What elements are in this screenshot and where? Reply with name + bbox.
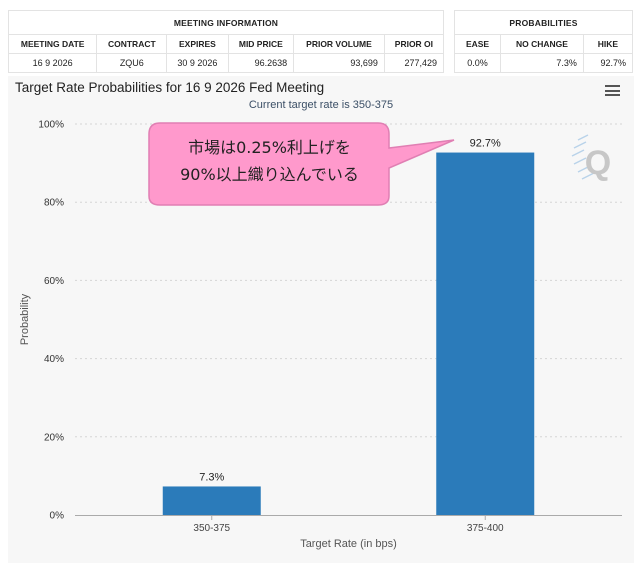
y-axis-title: Probability — [19, 293, 31, 345]
table-row: 16 9 2026 ZQU6 30 9 2026 96.2638 93,699 … — [7, 53, 445, 73]
bar — [162, 486, 261, 515]
col-meeting-date: MEETING DATE — [7, 34, 98, 54]
cell-meeting-date: 16 9 2026 — [7, 53, 98, 73]
svg-text:Q: Q — [585, 144, 611, 182]
y-tick-label: 20% — [44, 432, 64, 443]
callout-text: 市場は0.25%利上げを 90%以上織り込んでいる — [148, 134, 391, 188]
bar — [436, 152, 535, 515]
annotation-callout: 市場は0.25%利上げを 90%以上織り込んでいる — [148, 122, 455, 206]
bar-data-label: 7.3% — [199, 471, 224, 483]
cell-hike: 92.7% — [582, 53, 634, 73]
col-ease: EASE — [453, 34, 502, 54]
y-tick-label: 80% — [44, 198, 64, 209]
x-tick-label: 350-375 — [193, 523, 230, 534]
y-tick-label: 40% — [44, 354, 64, 365]
y-tick-label: 100% — [38, 120, 64, 131]
q-logo-icon: Q — [571, 134, 611, 182]
col-prior-oi: PRIOR OI — [383, 34, 445, 54]
x-tick-label: 375-400 — [467, 523, 504, 534]
y-tick-label: 0% — [50, 511, 65, 522]
meeting-information-header: MEETING INFORMATION — [8, 10, 444, 35]
cell-no-change: 7.3% — [500, 53, 584, 73]
cell-expires: 30 9 2026 — [166, 53, 229, 73]
chart-panel: 0% 20% 40% 60% 80% 100% 7.3% 350-375 92.7% 375-40… — [8, 76, 634, 563]
col-contract: CONTRACT — [96, 34, 168, 54]
col-hike: HIKE — [582, 34, 634, 54]
cell-contract: ZQU6 — [96, 53, 168, 73]
cell-prior-oi: 277,429 — [383, 53, 445, 73]
hamburger-menu-icon[interactable] — [605, 85, 620, 96]
chart-title: Target Rate Probabilities for 16 9 2026 … — [15, 80, 325, 95]
chart-subtitle: Current target rate is 350-375 — [248, 99, 394, 111]
col-no-change: NO CHANGE — [500, 34, 584, 54]
y-tick-label: 60% — [44, 276, 64, 287]
cell-ease: 0.0% — [453, 53, 502, 73]
cell-mid-price: 96.2638 — [227, 53, 295, 73]
probabilities-header: PROBABILITIES — [454, 10, 633, 35]
col-expires: EXPIRES — [166, 34, 229, 54]
col-mid-price: MID PRICE — [227, 34, 295, 54]
callout-line-1: 市場は0.25%利上げを — [188, 138, 351, 157]
col-prior-volume: PRIOR VOLUME — [293, 34, 385, 54]
callout-line-2: 90%以上織り込んでいる — [180, 165, 359, 184]
meeting-information-table: MEETING INFORMATION MEETING DATE CONTRAC… — [7, 10, 445, 73]
cell-prior-volume: 93,699 — [293, 53, 385, 73]
table-row: 0.0% 7.3% 92.7% — [453, 53, 634, 73]
probabilities-table: PROBABILITIES EASE NO CHANGE HIKE 0.0% 7… — [453, 10, 634, 73]
x-axis-title: Target Rate (in bps) — [300, 538, 397, 550]
bar-data-label: 92.7% — [470, 138, 501, 150]
